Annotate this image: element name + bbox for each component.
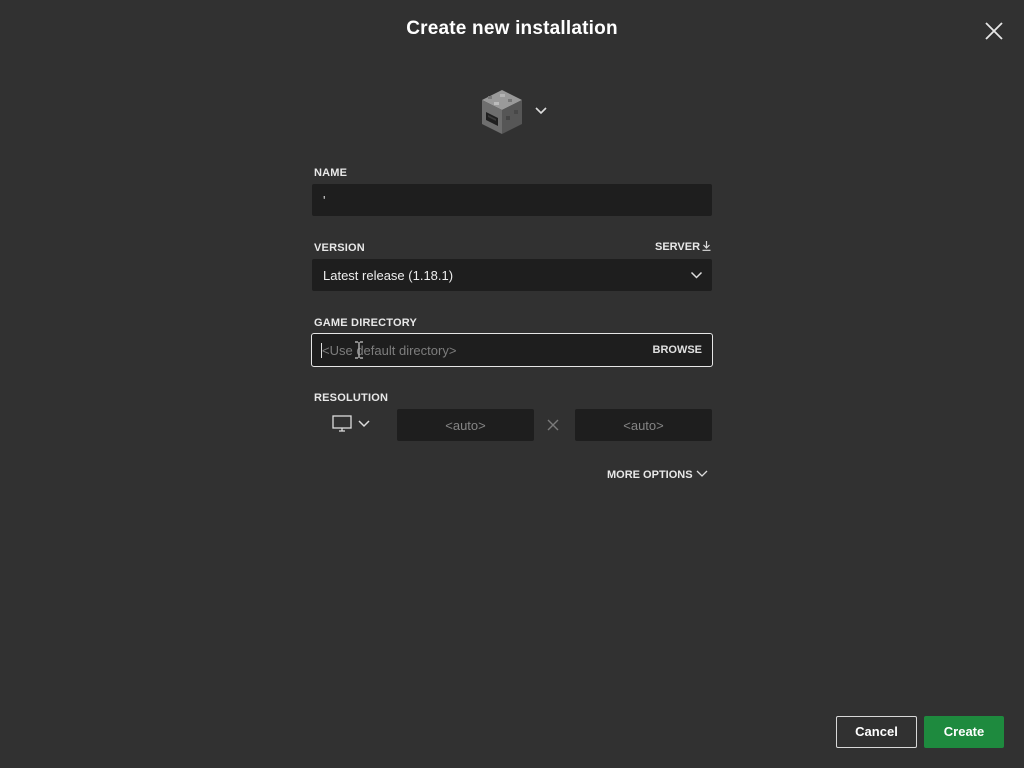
close-button[interactable]	[982, 19, 1006, 43]
version-label: VERSION	[314, 242, 365, 254]
version-select[interactable]: Latest release (1.18.1)	[312, 259, 712, 291]
chevron-down-icon	[535, 107, 547, 115]
resolution-preset-dropdown[interactable]	[330, 413, 372, 435]
furnace-block-icon	[482, 90, 522, 134]
server-download-link[interactable]: SERVER	[655, 241, 711, 253]
chevron-down-icon	[696, 470, 708, 477]
server-label: SERVER	[655, 241, 701, 253]
resolution-width-placeholder: <auto>	[445, 418, 486, 433]
create-button[interactable]: Create	[924, 716, 1004, 748]
resolution-height-placeholder: <auto>	[623, 418, 664, 433]
name-label: NAME	[314, 167, 348, 179]
more-options-toggle[interactable]: MORE OPTIONS	[607, 469, 708, 481]
chevron-down-icon	[690, 271, 703, 279]
version-selected: Latest release (1.18.1)	[323, 268, 454, 283]
name-input[interactable]: '	[312, 184, 712, 216]
name-value: '	[323, 193, 326, 208]
chevron-down-icon	[358, 420, 370, 428]
resolution-height-input[interactable]: <auto>	[575, 409, 712, 441]
installation-icon-picker[interactable]	[478, 86, 552, 138]
dialog-title: Create new installation	[406, 18, 618, 39]
game-directory-label: GAME DIRECTORY	[314, 317, 418, 329]
times-icon	[547, 419, 559, 431]
close-icon	[985, 22, 1003, 40]
game-directory-input[interactable]: <Use default directory> BROWSE	[311, 333, 713, 367]
resolution-label: RESOLUTION	[314, 392, 389, 404]
game-directory-placeholder: <Use default directory>	[322, 343, 457, 358]
monitor-icon	[332, 415, 352, 432]
download-icon	[702, 241, 711, 251]
resolution-width-input[interactable]: <auto>	[397, 409, 534, 441]
browse-button[interactable]: BROWSE	[653, 344, 703, 356]
more-options-label: MORE OPTIONS	[607, 469, 693, 481]
cancel-button[interactable]: Cancel	[836, 716, 917, 748]
